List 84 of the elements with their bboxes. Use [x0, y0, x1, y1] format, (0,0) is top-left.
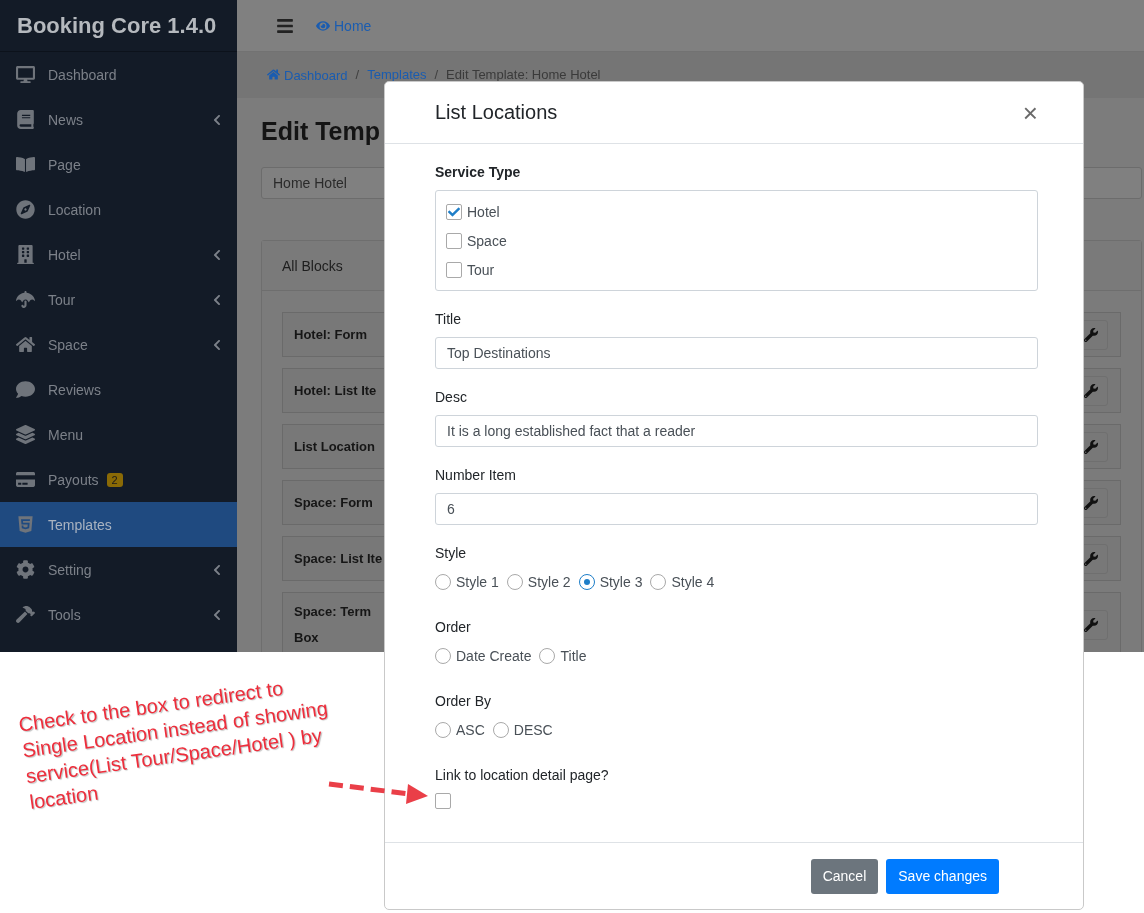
umbrella-icon — [15, 289, 35, 310]
checkbox[interactable] — [446, 203, 462, 220]
radio-label: Style 1 — [456, 574, 499, 590]
checkbox-label: Tour — [467, 261, 495, 278]
house-icon — [15, 334, 35, 355]
sidebar-item[interactable]: Hotel — [0, 232, 237, 277]
text-input[interactable]: 6 — [435, 493, 1038, 525]
sidebar-item-label: Space — [48, 336, 88, 353]
layers-icon — [15, 424, 35, 445]
breadcrumb-separator: / — [355, 68, 360, 81]
sidebar-item[interactable]: Tools — [0, 592, 237, 637]
breadcrumb-separator: / — [434, 68, 439, 81]
house-icon — [267, 68, 280, 81]
sidebar-item[interactable]: Space — [0, 322, 237, 367]
checkbox[interactable] — [446, 232, 462, 249]
breadcrumb-current: Edit Template: Home Hotel — [446, 68, 601, 81]
speech-bubble-icon — [15, 379, 35, 400]
checkbox-label: Hotel — [467, 203, 500, 220]
radio-label: Date Create — [456, 648, 532, 664]
block-title: Space: Form — [294, 493, 373, 512]
field-label: Title — [435, 310, 462, 329]
sidebar-item-label: Reviews — [48, 381, 101, 398]
block-title: Space: List Ite — [294, 549, 383, 568]
block-title: Hotel: Form — [294, 325, 367, 344]
sidebar-item-label: Hotel — [48, 246, 81, 263]
book-icon — [15, 109, 35, 130]
text-input[interactable]: It is a long established fact that a reader — [435, 415, 1038, 447]
page-heading: Edit Temp — [261, 116, 381, 146]
block-title: List Location — [294, 437, 375, 456]
credit-card-icon — [15, 469, 35, 490]
sidebar-item-label: Templates — [48, 516, 112, 533]
sidebar-item[interactable]: Payouts 2 — [0, 457, 237, 502]
sidebar-item-label: Menu — [48, 426, 84, 443]
field-label: Number Item — [435, 466, 517, 485]
sidebar-item-label: Setting — [48, 561, 92, 578]
field-label: Service Type — [435, 163, 522, 182]
hammer-icon — [15, 604, 35, 625]
field-label: Style — [435, 544, 468, 563]
field-label: Order — [435, 618, 472, 637]
sidebar-item-label: News — [48, 111, 83, 128]
radio-label: Style 3 — [599, 574, 643, 590]
sidebar-item[interactable]: Tour — [0, 277, 237, 322]
gear-icon — [15, 559, 35, 580]
sidebar-item[interactable]: Dashboard — [0, 52, 237, 97]
sidebar-item-label: Page — [48, 156, 81, 173]
field-label: Order By — [435, 692, 492, 711]
cancel-button[interactable]: Cancel — [810, 858, 879, 894]
sidebar-item[interactable]: Reviews — [0, 367, 237, 412]
close-button[interactable]: × — [1022, 99, 1038, 126]
sidebar-item[interactable]: Menu — [0, 412, 237, 457]
radio-label: ASC — [456, 722, 485, 738]
sidebar-item[interactable]: Page — [0, 142, 237, 187]
checkbox-label: Space — [467, 232, 507, 249]
shield-icon — [15, 514, 35, 535]
blocks-tab[interactable]: All Blocks — [282, 257, 343, 274]
sidebar-item-label: Tour — [48, 291, 76, 308]
checkbox[interactable] — [435, 793, 451, 809]
menu-icon[interactable] — [276, 16, 294, 35]
checkbox[interactable] — [446, 261, 462, 278]
radio-label: Style 2 — [527, 574, 571, 590]
sidebar-item-label: Location — [48, 201, 101, 218]
text-input[interactable]: Top Destinations — [435, 337, 1038, 369]
sidebar-item-label: Payouts — [48, 471, 99, 488]
sidebar-item[interactable]: Location — [0, 187, 237, 232]
count-badge: 2 — [106, 472, 123, 487]
radio-label: Style 4 — [671, 574, 715, 590]
compass-icon — [15, 199, 35, 220]
field-label: Desc — [435, 388, 468, 407]
sidebar-item[interactable]: Templates — [0, 502, 237, 547]
monitor-icon — [15, 64, 35, 85]
block-title: Space: Term Box — [294, 603, 372, 647]
radio-label: Title — [560, 648, 587, 664]
open-book-icon — [15, 154, 35, 175]
modal-title: List Locations — [435, 101, 558, 124]
eye-icon — [316, 18, 330, 33]
sidebar-item-label: Dashboard — [48, 66, 117, 83]
save-button[interactable]: Save changes — [886, 858, 999, 894]
sidebar-item[interactable]: News — [0, 97, 237, 142]
building-icon — [15, 244, 35, 265]
field-label: Link to location detail page? — [435, 766, 610, 785]
sidebar-item[interactable]: Setting — [0, 547, 237, 592]
radio-label: DESC — [513, 722, 553, 738]
block-title: Hotel: List Ite — [294, 381, 377, 400]
sidebar-item-label: Tools — [48, 606, 81, 623]
